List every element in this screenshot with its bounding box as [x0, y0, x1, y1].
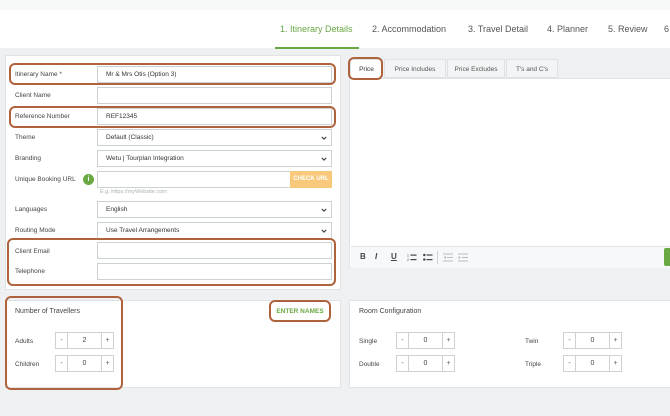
indent-icon[interactable] [458, 253, 468, 262]
triple-value-input[interactable]: 0 [576, 355, 609, 372]
booking-url-hint: E.g. https://myWebsite.com [100, 189, 167, 195]
highlight-contact-fields [7, 238, 336, 286]
step-6[interactable]: 6 [664, 24, 669, 34]
check-url-button[interactable]: CHECK URL [290, 171, 332, 188]
italic-button[interactable]: I [375, 252, 377, 261]
booking-url-input[interactable] [97, 171, 291, 188]
step-travel-detail[interactable]: 3. Travel Detail [468, 24, 528, 34]
info-icon[interactable]: i [83, 174, 94, 185]
languages-label: Languages [15, 206, 48, 213]
side-tab-handle[interactable] [664, 248, 670, 266]
chevron-down-icon [321, 136, 327, 140]
routing-mode-select-value: Use Travel Arrangements [106, 227, 180, 234]
step-review[interactable]: 5. Review [608, 24, 648, 34]
active-step-underline [275, 47, 359, 49]
double-value-input[interactable]: 0 [409, 355, 442, 372]
highlight-price-tab [348, 57, 383, 80]
double-stepper: - 0 + [396, 355, 455, 372]
outdent-icon[interactable] [443, 253, 453, 262]
room-configuration-title: Room Configuration [359, 308, 422, 315]
routing-mode-select[interactable]: Use Travel Arrangements [97, 222, 332, 239]
branding-select[interactable]: Wetu | Tourplan Integration [97, 150, 332, 167]
booking-url-label: Unique Booking URL [15, 176, 76, 183]
twin-stepper: - 0 + [563, 332, 622, 349]
theme-label: Theme [15, 134, 36, 141]
client-name-input[interactable] [97, 87, 332, 104]
chevron-down-icon [321, 157, 327, 161]
double-decrement-button[interactable]: - [396, 355, 409, 372]
chevron-down-icon [321, 208, 327, 212]
triple-increment-button[interactable]: + [609, 355, 622, 372]
tab-price-excludes[interactable]: Price Excludes [447, 59, 505, 78]
chevron-down-icon [321, 229, 327, 233]
wizard-steps-bar: 1. Itinerary Details 2. Accommodation 3.… [0, 10, 670, 49]
single-label: Single [359, 338, 378, 345]
branding-label: Branding [15, 155, 42, 162]
tab-price-includes[interactable]: Price Includes [384, 59, 446, 78]
double-increment-button[interactable]: + [442, 355, 455, 372]
editor-toolbar: B I U 1 2 [351, 246, 670, 268]
highlight-travellers [5, 296, 123, 390]
double-label: Double [359, 361, 380, 368]
twin-increment-button[interactable]: + [609, 332, 622, 349]
step-itinerary-details[interactable]: 1. Itinerary Details [280, 24, 353, 34]
numbered-list-icon[interactable]: 1 2 [407, 253, 417, 262]
twin-label: Twin [525, 338, 539, 345]
twin-value-input[interactable]: 0 [576, 332, 609, 349]
branding-select-value: Wetu | Tourplan Integration [106, 155, 184, 162]
price-editor-panel [349, 78, 670, 268]
languages-select-value: English [106, 206, 128, 213]
single-decrement-button[interactable]: - [396, 332, 409, 349]
step-accommodation[interactable]: 2. Accommodation [372, 24, 446, 34]
routing-mode-label: Routing Mode [15, 227, 56, 234]
top-strip [0, 0, 670, 10]
theme-select[interactable]: Default (Classic) [97, 129, 332, 146]
single-increment-button[interactable]: + [442, 332, 455, 349]
languages-select[interactable]: English [97, 201, 332, 218]
single-stepper: - 0 + [396, 332, 455, 349]
triple-stepper: - 0 + [563, 355, 622, 372]
single-value-input[interactable]: 0 [409, 332, 442, 349]
svg-text:2: 2 [407, 258, 409, 262]
underline-button[interactable]: U [391, 252, 397, 261]
triple-label: Triple [525, 361, 542, 368]
highlight-enter-names [269, 300, 331, 322]
theme-select-value: Default (Classic) [106, 134, 154, 141]
highlight-reference-number [9, 106, 336, 128]
step-planner[interactable]: 4. Planner [547, 24, 588, 34]
tab-ts-and-cs[interactable]: T's and C's [506, 59, 558, 78]
client-name-label: Client Name [15, 92, 51, 99]
highlight-itinerary-name [9, 63, 336, 85]
triple-decrement-button[interactable]: - [563, 355, 576, 372]
toolbar-divider [437, 251, 438, 264]
bullet-list-icon[interactable] [423, 253, 433, 262]
twin-decrement-button[interactable]: - [563, 332, 576, 349]
bold-button[interactable]: B [360, 252, 366, 261]
svg-text:1: 1 [407, 254, 409, 258]
